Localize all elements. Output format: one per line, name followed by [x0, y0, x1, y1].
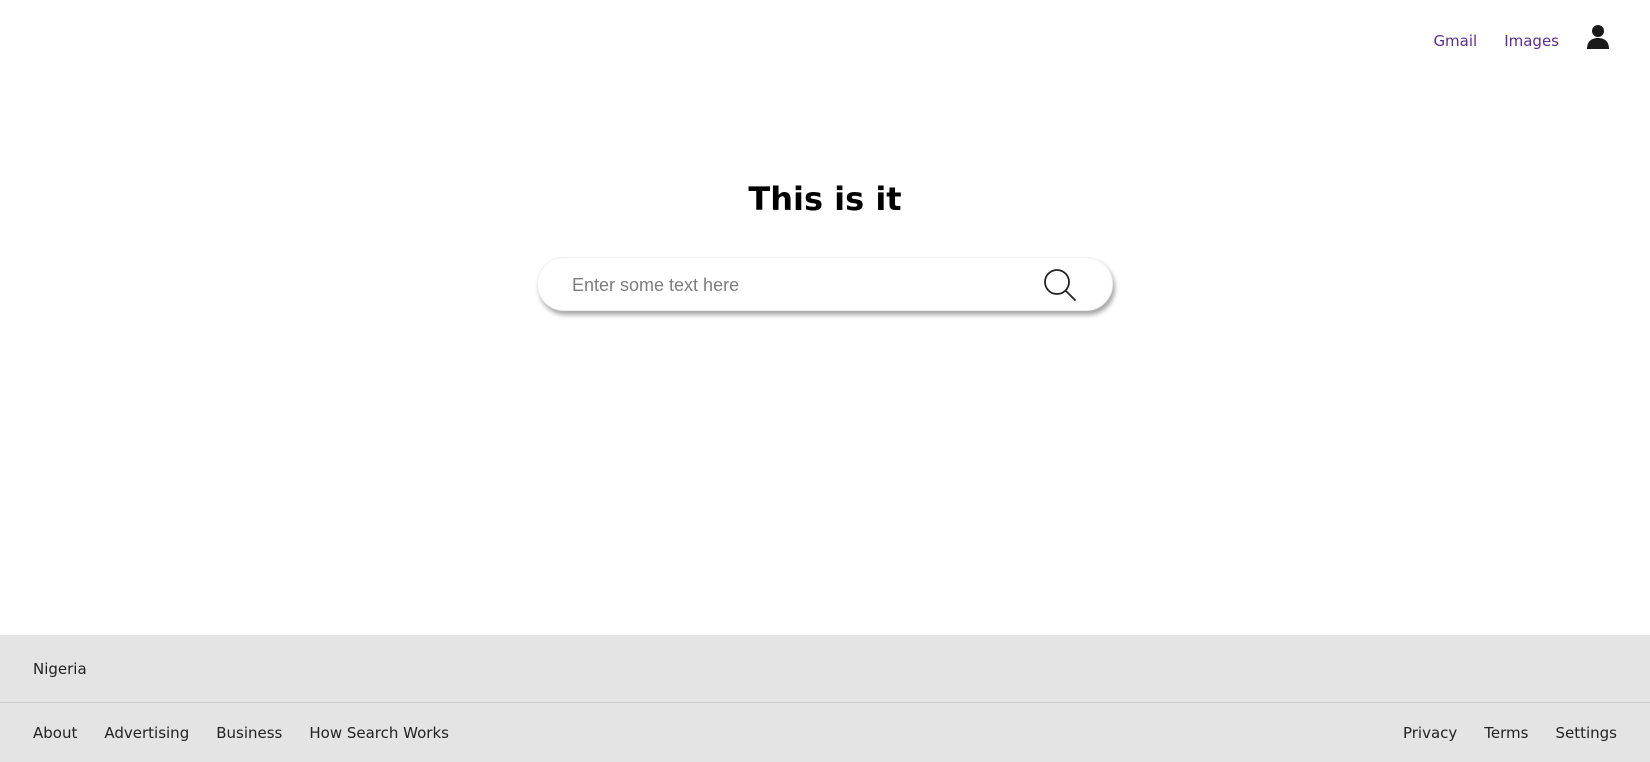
- footer-links: About Advertising Business How Search Wo…: [0, 703, 1650, 762]
- footer-country: Nigeria: [0, 635, 1650, 703]
- footer-link-advertising[interactable]: Advertising: [104, 724, 189, 742]
- footer-link-about[interactable]: About: [33, 724, 77, 742]
- images-link[interactable]: Images: [1504, 32, 1559, 50]
- search-icon: [1042, 269, 1078, 306]
- footer-link-settings[interactable]: Settings: [1555, 724, 1617, 742]
- footer-link-how-search-works[interactable]: How Search Works: [309, 724, 449, 742]
- footer: Nigeria About Advertising Business How S…: [0, 635, 1650, 762]
- footer-right-links: Privacy Terms Settings: [1376, 724, 1617, 742]
- search-bar: [537, 257, 1113, 312]
- user-icon[interactable]: [1586, 24, 1610, 50]
- page: Gmail Images This is it Nigeria About: [0, 0, 1650, 762]
- footer-left-links: About Advertising Business How Search Wo…: [33, 724, 476, 742]
- footer-link-privacy[interactable]: Privacy: [1403, 724, 1457, 742]
- footer-link-terms[interactable]: Terms: [1484, 724, 1528, 742]
- footer-link-business[interactable]: Business: [216, 724, 282, 742]
- gmail-link[interactable]: Gmail: [1433, 32, 1477, 50]
- top-nav: Gmail Images: [1433, 25, 1610, 54]
- page-title: This is it: [748, 180, 902, 218]
- search-input[interactable]: [570, 258, 1014, 312]
- search-button[interactable]: [1042, 267, 1078, 303]
